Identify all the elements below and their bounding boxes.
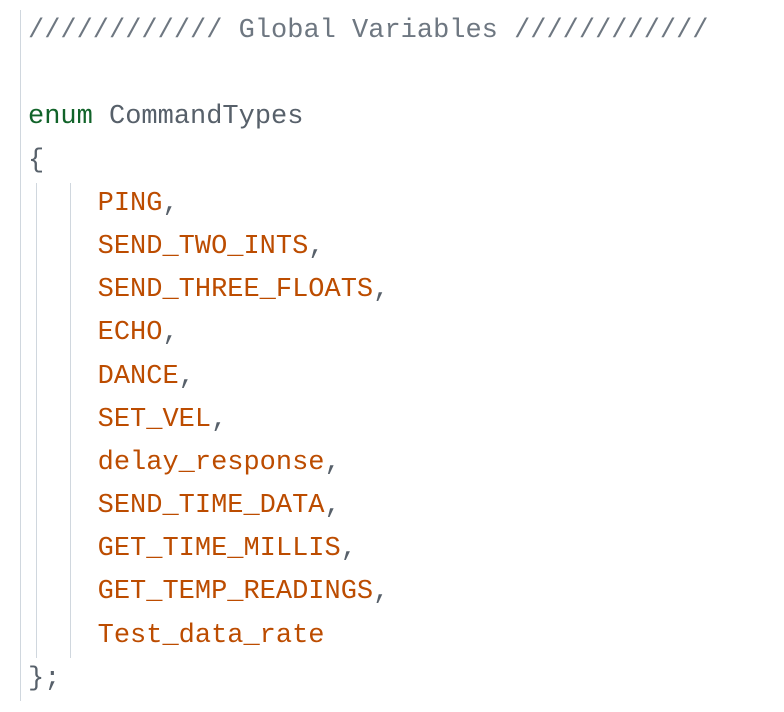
enum-member: ECHO, xyxy=(98,312,784,355)
enum-name: CommandTypes xyxy=(93,102,304,132)
code-block: //////////// Global Variables //////////… xyxy=(20,10,784,701)
brace-close: }; xyxy=(28,664,60,694)
enum-member: delay_response, xyxy=(98,442,784,485)
enum-member: SEND_TWO_INTS, xyxy=(98,226,784,269)
enum-member: SEND_TIME_DATA, xyxy=(98,485,784,528)
enum-member: SET_VEL, xyxy=(98,399,784,442)
enum-member: Test_data_rate xyxy=(98,615,784,658)
enum-member: GET_TIME_MILLIS, xyxy=(98,528,784,571)
brace-open: { xyxy=(28,146,44,176)
comment-line: //////////// Global Variables //////////… xyxy=(28,16,709,46)
enum-keyword: enum xyxy=(28,102,93,132)
enum-member: PING, xyxy=(98,183,784,226)
enum-member: SEND_THREE_FLOATS, xyxy=(98,269,784,312)
enum-member: GET_TEMP_READINGS, xyxy=(98,571,784,614)
enum-member: DANCE, xyxy=(98,356,784,399)
enum-body: PING, SEND_TWO_INTS, SEND_THREE_FLOATS, … xyxy=(28,183,784,658)
